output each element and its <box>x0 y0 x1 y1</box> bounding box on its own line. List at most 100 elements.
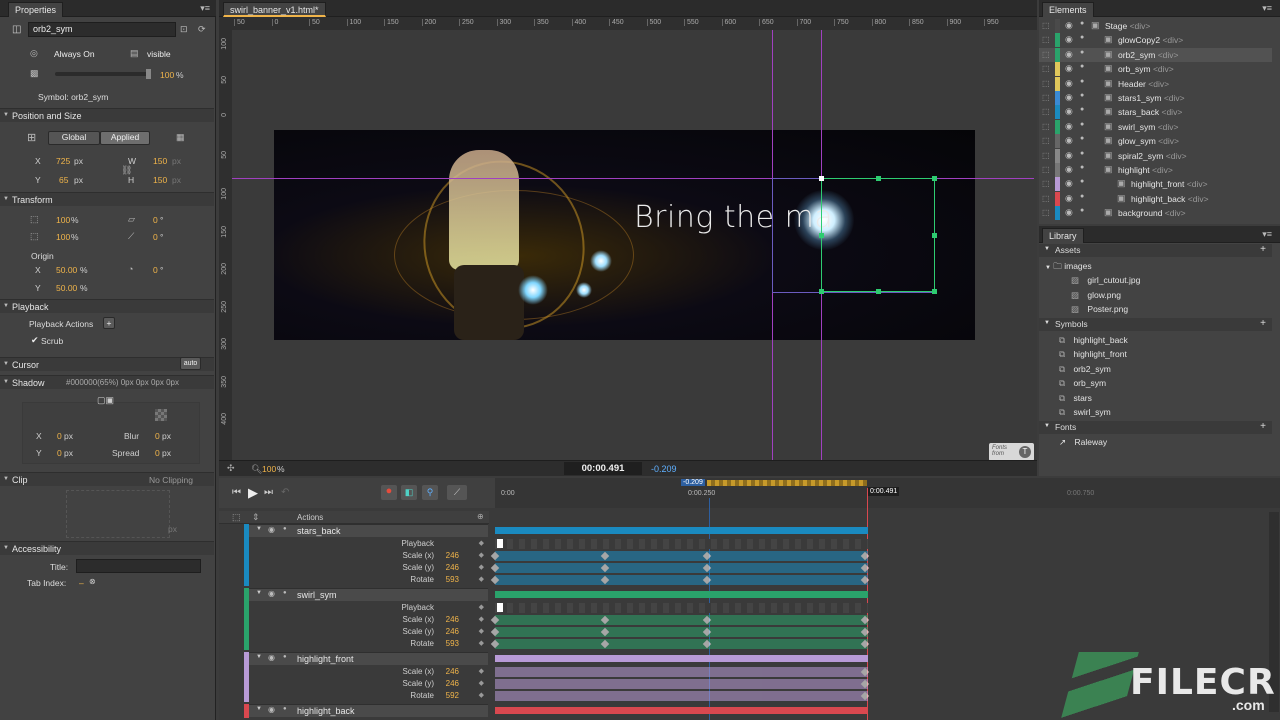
resize-handle-tr[interactable] <box>932 176 937 181</box>
dot-icon[interactable]: ● <box>1080 207 1084 214</box>
symbol-item[interactable]: ⧉ swirl_sym <box>1059 407 1111 418</box>
property-row[interactable]: Rotate 593 ◆ <box>244 638 488 650</box>
section-position-size[interactable]: Position and Size <box>0 108 214 122</box>
element-row[interactable]: ⬚ ◉ ● ▣ highlight <div> <box>1039 163 1272 177</box>
selection-box-orb2[interactable] <box>819 176 937 294</box>
eye-icon[interactable]: ◉ <box>1065 150 1073 161</box>
go-to-start-icon[interactable]: ⏮ <box>232 487 241 498</box>
images-folder[interactable]: ▼ 🗀︎ images <box>1045 261 1092 275</box>
calculator-icon[interactable]: ▦ <box>176 132 185 143</box>
keyframe[interactable] <box>702 615 712 625</box>
lock-icon[interactable]: ⬚ <box>1042 122 1050 131</box>
playback-marker[interactable] <box>497 603 503 612</box>
tab-document[interactable]: swirl_banner_v1.html* <box>223 2 326 17</box>
elements-menu-icon[interactable]: ▾≡ <box>1262 3 1272 14</box>
element-row[interactable]: ⬚ ◉ ● ▣ orb2_sym <div> <box>1039 47 1272 62</box>
eye-icon[interactable]: ◉ <box>1065 193 1073 204</box>
add-keyframe-icon[interactable]: ◆ <box>479 603 484 611</box>
eye-icon[interactable]: ◉ <box>1065 207 1073 218</box>
property-track[interactable] <box>490 627 870 637</box>
rotation-value[interactable]: 0 <box>153 265 158 275</box>
track-dot-icon[interactable]: ● <box>283 590 287 596</box>
fonts-section[interactable]: Fonts ▼ + <box>1039 421 1272 434</box>
element-row[interactable]: ⬚ ◉ ● ▣ Stage <div> <box>1039 19 1272 33</box>
dot-icon[interactable]: ● <box>1080 34 1084 41</box>
add-keyframe-icon[interactable]: ◆ <box>479 639 484 647</box>
add-keyframe-icon[interactable]: ◆ <box>479 563 484 571</box>
fonts-badge[interactable]: Fonts from T <box>989 443 1034 461</box>
display-mode-select[interactable]: Always On <box>54 49 95 59</box>
keyframe[interactable] <box>600 639 610 649</box>
eye-icon[interactable]: ◉ <box>1065 92 1073 103</box>
symbol-item[interactable]: ⧉ orb_sym <box>1059 378 1106 389</box>
keyframe[interactable] <box>702 563 712 573</box>
undo-icon[interactable]: ↶ <box>281 487 289 498</box>
eye-icon[interactable]: ◉ <box>1065 78 1073 89</box>
dot-icon[interactable]: ● <box>1080 78 1084 85</box>
add-keyframe-icon[interactable]: ◆ <box>479 679 484 687</box>
eye-icon[interactable]: ◉ <box>1065 121 1073 132</box>
pin-icon[interactable]: ⚲ <box>422 485 438 500</box>
shadow-x-value[interactable]: 0 <box>57 431 62 441</box>
shadow-blur-value[interactable]: 0 <box>155 431 160 441</box>
auto-keyframe-icon[interactable]: ● <box>381 485 397 500</box>
shadow-type-icon[interactable]: ▢▣ <box>97 395 114 406</box>
element-row[interactable]: ⬚ ◉ ● ▣ background <div> <box>1039 206 1272 221</box>
resize-handle-l[interactable] <box>819 233 824 238</box>
lock-icon[interactable]: ⬚ <box>1042 50 1050 59</box>
keyframe[interactable] <box>860 667 870 677</box>
origin-x-value[interactable]: 50.00 <box>56 265 77 275</box>
property-track[interactable] <box>490 551 870 561</box>
symbol-item[interactable]: ⧉ orb2_sym <box>1059 364 1111 375</box>
symbol-item[interactable]: ⧉ highlight_front <box>1059 349 1127 360</box>
add-font-icon[interactable]: + <box>1260 421 1266 432</box>
dot-icon[interactable]: ● <box>1080 106 1084 113</box>
image-asset[interactable]: ▨ glow.png <box>1071 290 1121 301</box>
eye-icon[interactable]: ◉ <box>1065 20 1073 31</box>
time-ruler[interactable]: 0:00 0:00.250 0:00.750 -0.209 0:00.491 <box>495 478 1280 508</box>
play-range-bar[interactable] <box>707 480 867 486</box>
property-value[interactable]: 246 <box>446 551 459 560</box>
add-symbol-icon[interactable]: + <box>1260 318 1266 329</box>
track-eye-icon[interactable]: ◉ <box>268 653 275 662</box>
property-track[interactable] <box>495 667 870 677</box>
keyframe[interactable] <box>702 551 712 561</box>
track-toggle-icon[interactable]: ▼ <box>256 526 262 532</box>
property-track[interactable] <box>495 679 870 689</box>
add-asset-icon[interactable]: + <box>1260 244 1266 255</box>
add-action-icon[interactable]: ⊕ <box>477 512 484 521</box>
keyframe[interactable] <box>600 575 610 585</box>
property-value[interactable]: 246 <box>446 667 459 676</box>
property-row[interactable]: Scale (x) 246 ◆ <box>244 666 488 678</box>
element-row[interactable]: ⬚ ◉ ● ▣ stars1_sym <div> <box>1039 91 1272 105</box>
property-track[interactable] <box>495 603 868 613</box>
tab-properties[interactable]: Properties <box>8 2 64 17</box>
element-row[interactable]: ⬚ ◉ ● ▣ swirl_sym <div> <box>1039 119 1272 134</box>
resize-handle-b[interactable] <box>876 289 881 294</box>
opacity-slider[interactable] <box>55 69 151 79</box>
keyframe[interactable] <box>860 627 870 637</box>
property-track[interactable] <box>490 563 870 573</box>
property-track[interactable] <box>490 575 870 585</box>
dot-icon[interactable]: ● <box>1080 63 1084 70</box>
keyframe[interactable] <box>860 615 870 625</box>
shadow-spread-value[interactable]: 0 <box>155 448 160 458</box>
lock-icon[interactable]: ⬚ <box>1042 208 1050 217</box>
track-eye-icon[interactable]: ◉ <box>268 589 275 598</box>
element-row[interactable]: ⬚ ◉ ● ▣ glowCopy2 <div> <box>1039 33 1272 48</box>
element-row[interactable]: ⬚ ◉ ● ▣ stars_back <div> <box>1039 105 1272 120</box>
dot-icon[interactable]: ● <box>1080 49 1084 56</box>
track-bar[interactable] <box>495 707 868 714</box>
keyframe[interactable] <box>702 639 712 649</box>
scale-x-value[interactable]: 100 <box>56 215 70 225</box>
tab-library[interactable]: Library <box>1042 228 1084 243</box>
eye-icon[interactable]: ◉ <box>1065 135 1073 146</box>
resize-handle-bl[interactable] <box>819 289 824 294</box>
element-name-field[interactable]: orb2_sym <box>28 22 176 37</box>
stage-settings-icon[interactable]: ✣ <box>227 463 235 474</box>
section-playback[interactable]: Playback <box>0 299 214 313</box>
shadow-y-value[interactable]: 0 <box>57 448 62 458</box>
lock-icon[interactable]: ⬚ <box>1042 136 1050 145</box>
element-row[interactable]: ⬚ ◉ ● ▣ orb_sym <div> <box>1039 62 1272 77</box>
property-row[interactable]: Rotate 593 ◆ <box>244 574 488 586</box>
